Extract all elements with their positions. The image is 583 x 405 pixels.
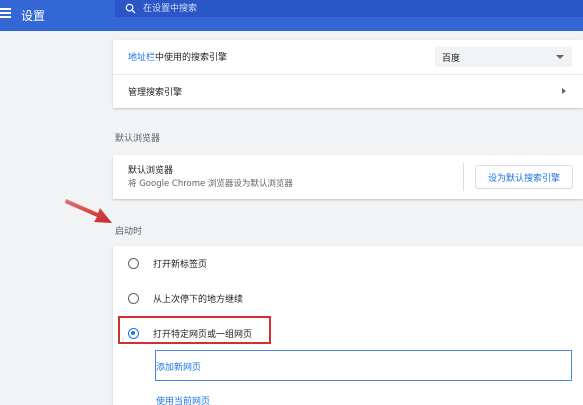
search-engine-row: 地址栏中使用的搜索引擎 百度 bbox=[113, 40, 583, 74]
radio-button[interactable] bbox=[128, 293, 139, 304]
startup-option-new-tab[interactable]: 打开新标签页 bbox=[113, 246, 583, 281]
radio-button[interactable] bbox=[128, 258, 139, 269]
highlight-box bbox=[118, 316, 271, 344]
set-default-button[interactable]: 设为默认搜索引擎 bbox=[475, 165, 573, 189]
add-page-link[interactable]: 添加新网页 bbox=[156, 360, 201, 373]
search-engine-card: 地址栏中使用的搜索引擎 百度 管理搜索引擎 bbox=[113, 40, 583, 108]
caret-down-icon bbox=[556, 55, 564, 59]
default-browser-title: 默认浏览器 bbox=[128, 166, 174, 176]
default-browser-section-title: 默认浏览器 bbox=[115, 134, 161, 144]
red-arrow-icon bbox=[65, 199, 112, 223]
startup-option-label: 打开新标签页 bbox=[153, 260, 208, 270]
add-page-box[interactable] bbox=[155, 350, 572, 381]
startup-option-label: 从上次停下的地方继续 bbox=[153, 295, 244, 305]
chevron-right-icon[interactable] bbox=[562, 88, 566, 94]
startup-option-continue[interactable]: 从上次停下的地方继续 bbox=[113, 281, 583, 316]
search-box[interactable] bbox=[115, 0, 583, 17]
manage-search-engines-row[interactable]: 管理搜索引擎 bbox=[113, 74, 583, 108]
search-engine-select[interactable]: 百度 bbox=[435, 47, 572, 67]
default-browser-card: 默认浏览器 将 Google Chrome 浏览器设为默认浏览器 设为默认搜索引… bbox=[113, 155, 583, 199]
manage-search-engines-label: 管理搜索引擎 bbox=[128, 88, 183, 98]
address-bar-link[interactable]: 地址栏 bbox=[128, 53, 155, 63]
search-engine-label: 中使用的搜索引擎 bbox=[155, 53, 228, 63]
menu-icon[interactable] bbox=[0, 8, 13, 21]
search-input[interactable] bbox=[143, 1, 563, 16]
search-icon bbox=[125, 3, 136, 14]
page-title: 设置 bbox=[21, 9, 46, 23]
on-startup-section-title: 启动时 bbox=[115, 227, 143, 237]
default-browser-subtitle: 将 Google Chrome 浏览器设为默认浏览器 bbox=[128, 179, 293, 189]
divider bbox=[463, 163, 464, 191]
use-current-pages-link[interactable]: 使用当前网页 bbox=[156, 394, 210, 405]
top-bar: 设置 bbox=[0, 0, 583, 31]
search-engine-selected: 百度 bbox=[442, 54, 461, 64]
